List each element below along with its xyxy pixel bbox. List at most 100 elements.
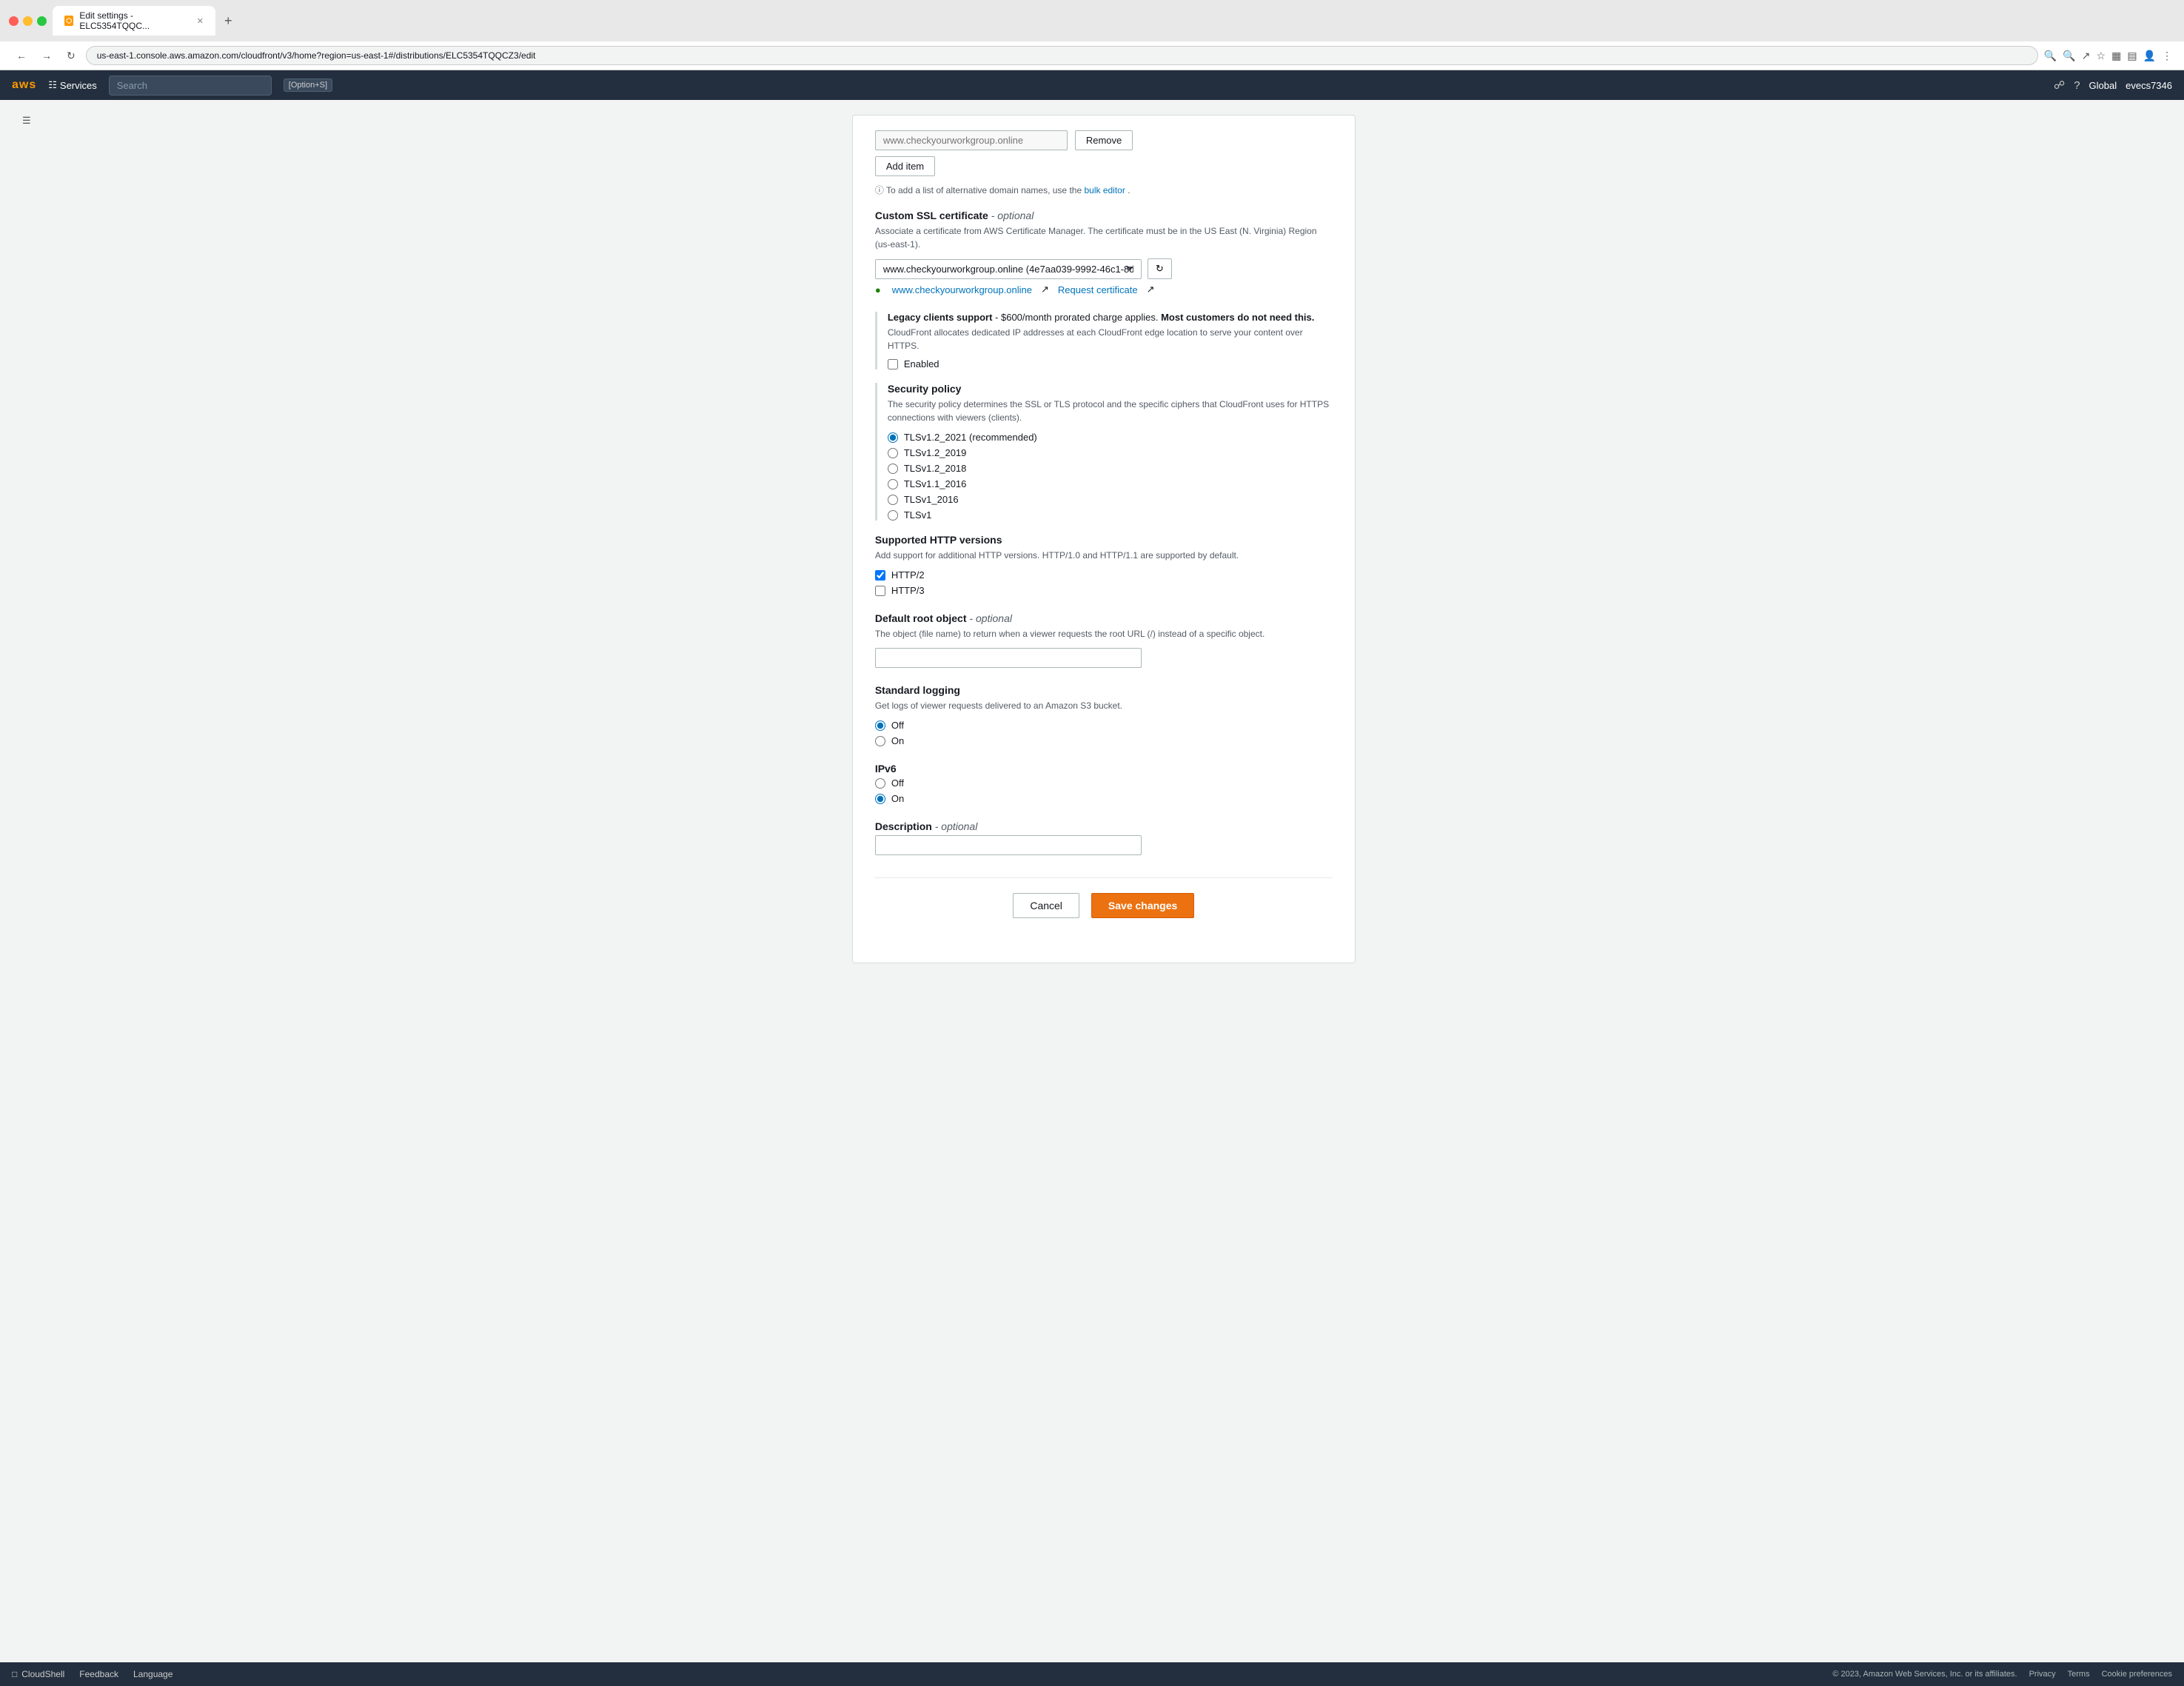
cloudshell-button[interactable]: □ CloudShell: [12, 1669, 64, 1679]
aws-topnav: aws ☷ Services [Option+S] ☍ ? Global eve…: [0, 70, 2184, 100]
aws-search-input[interactable]: [109, 76, 272, 96]
domain-name-input[interactable]: [875, 130, 1068, 150]
tls-radio-4[interactable]: [888, 495, 898, 505]
request-cert-external-icon: ↗: [1147, 284, 1155, 295]
tls-radio-1[interactable]: [888, 448, 898, 458]
tabs-icon[interactable]: ▦: [2111, 50, 2121, 62]
bulk-editor-link[interactable]: bulk editor: [1084, 185, 1125, 195]
logging-off-row: Off: [875, 720, 1333, 731]
content-area: Remove Add item ⓘ To add a list of alter…: [38, 107, 2169, 1655]
profile-icon[interactable]: 👤: [2143, 50, 2156, 62]
feedback-button[interactable]: Feedback: [79, 1669, 118, 1679]
tls-radio-5[interactable]: [888, 510, 898, 521]
sidebar-toggle-button[interactable]: ☰: [15, 107, 38, 1655]
http-versions-section: Supported HTTP versions Add support for …: [875, 534, 1333, 596]
search-icon[interactable]: 🔍: [2044, 50, 2057, 62]
root-object-input[interactable]: [875, 648, 1142, 668]
ssl-select-row: www.checkyourworkgroup.online (4e7aa039-…: [875, 258, 1333, 279]
http-versions-desc: Add support for additional HTTP versions…: [875, 549, 1333, 562]
logging-on-radio[interactable]: [875, 736, 885, 746]
legacy-enabled-label: Enabled: [904, 358, 939, 369]
cert-domain-link[interactable]: www.checkyourworkgroup.online: [892, 284, 1032, 295]
maximize-window-button[interactable]: [37, 16, 47, 26]
http2-checkbox[interactable]: [875, 570, 885, 581]
cookie-preferences-link[interactable]: Cookie preferences: [2102, 1670, 2172, 1679]
aws-topnav-right: ☍ ? Global evecs7346: [2054, 78, 2172, 92]
ipv6-on-label: On: [891, 793, 904, 804]
remove-domain-button[interactable]: Remove: [1075, 130, 1133, 150]
tls-option-5: TLSv1: [888, 509, 1333, 521]
new-tab-button[interactable]: +: [221, 10, 235, 32]
region-selector[interactable]: Global: [2089, 80, 2117, 91]
address-bar[interactable]: [86, 46, 2038, 65]
ipv6-title: IPv6: [875, 763, 1333, 775]
refresh-button[interactable]: ↻: [62, 47, 80, 65]
bookmark-icon[interactable]: ☆: [2097, 50, 2106, 62]
tls-radio-0[interactable]: [888, 432, 898, 443]
browser-addressbar: ← → ↻ 🔍 🔍 ↗ ☆ ▦ ▤ 👤 ⋮: [0, 41, 2184, 70]
share-icon[interactable]: ↗: [2082, 50, 2091, 62]
http-versions-checkbox-group: HTTP/2 HTTP/3: [875, 569, 1333, 596]
description-input[interactable]: [875, 835, 1142, 855]
privacy-link[interactable]: Privacy: [2029, 1670, 2056, 1679]
zoom-icon[interactable]: 🔍: [2063, 50, 2075, 62]
services-icon: ☷: [48, 79, 57, 91]
request-certificate-link[interactable]: Request certificate: [1058, 284, 1138, 295]
sidebar-icon[interactable]: ▤: [2127, 50, 2137, 62]
tls-option-3: TLSv1.1_2016: [888, 478, 1333, 489]
main-layout: ☰ Remove Add item ⓘ To add a list of alt…: [15, 107, 2169, 1655]
menu-icon[interactable]: ⋮: [2162, 50, 2172, 62]
tls-option-1: TLSv1.2_2019: [888, 447, 1333, 458]
ipv6-on-radio[interactable]: [875, 794, 885, 804]
tab-favicon: ⬡: [64, 16, 73, 26]
standard-logging-section: Standard logging Get logs of viewer requ…: [875, 684, 1333, 746]
forward-button[interactable]: →: [37, 47, 56, 64]
tls-option-0: TLSv1.2_2021 (recommended): [888, 432, 1333, 443]
cert-status-dot: ●: [875, 284, 881, 295]
ipv6-off-radio[interactable]: [875, 778, 885, 789]
tls-radio-2[interactable]: [888, 464, 898, 474]
security-policy-desc: The security policy determines the SSL o…: [888, 398, 1333, 424]
tls-label-3: TLSv1.1_2016: [904, 478, 967, 489]
minimize-window-button[interactable]: [23, 16, 33, 26]
ipv6-on-row: On: [875, 793, 1333, 804]
user-menu-button[interactable]: evecs7346: [2126, 80, 2172, 91]
http3-label: HTTP/3: [891, 585, 925, 596]
tls-label-4: TLSv1_2016: [904, 494, 959, 505]
bottom-bar: □ CloudShell Feedback Language © 2023, A…: [0, 1662, 2184, 1686]
legacy-enabled-checkbox[interactable]: [888, 359, 898, 369]
info-icon: ⓘ: [875, 185, 884, 195]
legacy-title: Legacy clients support - $600/month pror…: [888, 312, 1333, 323]
language-button[interactable]: Language: [133, 1669, 172, 1679]
notifications-icon[interactable]: ☍: [2054, 78, 2065, 92]
save-changes-button[interactable]: Save changes: [1091, 893, 1194, 918]
security-policy-radio-group: TLSv1.2_2021 (recommended) TLSv1.2_2019 …: [888, 432, 1333, 521]
cancel-button[interactable]: Cancel: [1013, 893, 1079, 918]
logging-off-radio[interactable]: [875, 720, 885, 731]
http3-checkbox[interactable]: [875, 586, 885, 596]
browser-chrome: ⬡ Edit settings - ELC5354TQQC... ✕ + ← →…: [0, 0, 2184, 70]
close-window-button[interactable]: [9, 16, 19, 26]
add-item-button[interactable]: Add item: [875, 156, 935, 176]
external-link-icon: ↗: [1041, 284, 1049, 295]
tls-radio-3[interactable]: [888, 479, 898, 489]
root-object-title: Default root object - optional: [875, 612, 1333, 624]
search-shortcut-badge: [Option+S]: [284, 78, 332, 92]
ssl-certificate-select[interactable]: www.checkyourworkgroup.online (4e7aa039-…: [875, 259, 1142, 279]
services-label: Services: [60, 80, 97, 91]
bulk-editor-info: ⓘ To add a list of alternative domain na…: [875, 184, 1333, 196]
terms-link[interactable]: Terms: [2068, 1670, 2090, 1679]
refresh-certificates-button[interactable]: ↻: [1148, 258, 1172, 279]
logging-on-row: On: [875, 735, 1333, 746]
help-icon[interactable]: ?: [2074, 79, 2080, 92]
browser-titlebar: ⬡ Edit settings - ELC5354TQQC... ✕ +: [0, 0, 2184, 41]
browser-toolbar-icons: 🔍 🔍 ↗ ☆ ▦ ▤ 👤 ⋮: [2044, 50, 2172, 62]
cert-link-row: ● www.checkyourworkgroup.online ↗ Reques…: [875, 284, 1333, 295]
back-button[interactable]: ←: [12, 47, 31, 64]
logging-radio-group: Off On: [875, 720, 1333, 746]
tab-close-button[interactable]: ✕: [197, 16, 204, 26]
services-menu-button[interactable]: ☷ Services: [48, 79, 97, 91]
ipv6-section: IPv6 Off On: [875, 763, 1333, 804]
browser-tab[interactable]: ⬡ Edit settings - ELC5354TQQC... ✕: [53, 6, 215, 36]
http3-row: HTTP/3: [875, 585, 1333, 596]
